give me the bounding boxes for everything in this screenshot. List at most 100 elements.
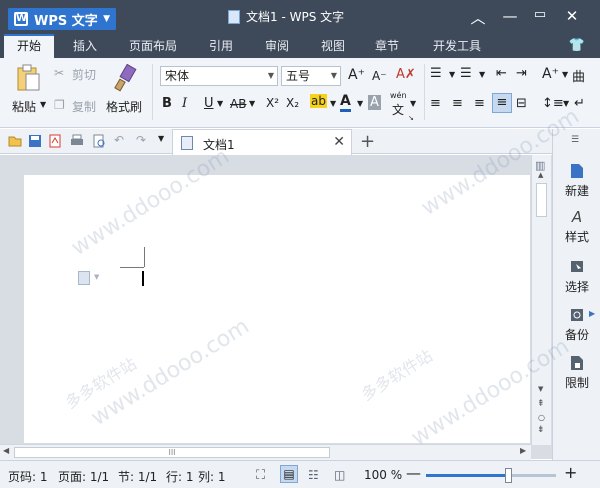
scroll-left-icon[interactable]: ◀	[3, 446, 9, 455]
chevron-down-icon[interactable]: ▼	[479, 70, 485, 79]
tab-section[interactable]: 章节	[364, 34, 410, 58]
align-right-icon[interactable]: ≡	[474, 96, 485, 111]
page-view-icon[interactable]: ▤	[280, 465, 298, 483]
justify-icon[interactable]: ≡	[492, 93, 512, 113]
increase-indent-icon[interactable]: ⇥	[516, 66, 527, 81]
font-dialog-launcher-icon[interactable]: ↘	[408, 114, 414, 122]
clear-format-icon[interactable]: A✗	[396, 67, 416, 82]
character-shading-icon[interactable]: A	[368, 95, 381, 110]
pinyin-guide-button[interactable]: wén 文	[390, 91, 410, 117]
chinese-layout-icon[interactable]: 曲	[572, 66, 585, 85]
subscript-button[interactable]: X₂	[286, 96, 299, 110]
superscript-button[interactable]: X²	[266, 96, 279, 110]
chevron-down-icon[interactable]: ▼	[249, 99, 255, 108]
vertical-scroll-thumb[interactable]	[536, 183, 547, 217]
line-spacing-icon[interactable]: ↕≡	[542, 96, 564, 111]
collapse-ribbon-icon[interactable]: ︿	[466, 7, 490, 28]
save-icon[interactable]	[28, 134, 42, 148]
tab-view[interactable]: 视图	[310, 34, 356, 58]
chevron-down-icon[interactable]: ▼	[563, 99, 569, 108]
format-painter-button[interactable]: 格式刷	[106, 64, 146, 116]
shrink-font-button[interactable]: A⁻	[372, 69, 387, 83]
scroll-down-icon[interactable]: ▼	[538, 385, 543, 393]
task-pane: ☰ 新建 A 样式 选择 备份 限制 ▶	[552, 129, 600, 460]
font-name-select[interactable]: 宋体 ▼	[160, 66, 278, 86]
tab-home[interactable]: 开始	[4, 34, 54, 58]
grow-font-button[interactable]: A⁺	[348, 67, 365, 83]
outline-view-icon[interactable]: ☷	[308, 468, 319, 482]
paragraph-layout-icon[interactable]	[78, 271, 90, 285]
clipboard-icon	[17, 64, 40, 91]
new-tab-button[interactable]: +	[360, 131, 375, 152]
minimize-button[interactable]: —	[498, 7, 522, 25]
tab-page-layout[interactable]: 页面布局	[118, 34, 188, 58]
cut-button[interactable]: ✂ 剪切	[54, 64, 102, 84]
customize-toolbar-icon[interactable]: ▼	[158, 134, 172, 148]
next-page-icon[interactable]: ⇟	[537, 425, 545, 435]
full-screen-icon[interactable]: ⛶	[256, 468, 265, 483]
zoom-slider-handle[interactable]	[505, 468, 512, 483]
copy-button[interactable]: ❐ 复制	[54, 96, 102, 116]
status-page-code[interactable]: 页码: 1	[8, 468, 48, 485]
tab-developer[interactable]: 开发工具	[424, 34, 490, 58]
sidebar-item-new[interactable]: 新建	[553, 163, 600, 199]
underline-button[interactable]: U	[204, 96, 214, 111]
window-title-text: 文档1 - WPS 文字	[246, 10, 345, 24]
vertical-scrollbar[interactable]: ▥ ▲ ▼ ⇞ ○ ⇟	[531, 155, 551, 445]
zoom-out-button[interactable]: —	[406, 464, 421, 482]
document-tab[interactable]: 文档1 ✕	[172, 129, 352, 155]
zoom-slider[interactable]	[426, 468, 556, 483]
chevron-down-icon[interactable]: ▼	[217, 99, 223, 108]
italic-button[interactable]: I	[182, 96, 187, 111]
tab-references[interactable]: 引用	[198, 34, 244, 58]
scroll-right-icon[interactable]: ▶	[520, 446, 526, 455]
web-view-icon[interactable]: ◫	[334, 468, 345, 482]
close-button[interactable]: ✕	[560, 7, 584, 25]
print-icon[interactable]	[70, 134, 84, 148]
skin-icon[interactable]: 👕	[566, 34, 588, 58]
chevron-down-icon[interactable]: ▼	[357, 99, 363, 108]
highlight-icon[interactable]: ab	[310, 94, 327, 108]
paragraph-marks-icon[interactable]: ↵	[574, 96, 585, 111]
redo-icon[interactable]: ↷	[136, 133, 150, 147]
chevron-down-icon[interactable]: ▼	[562, 70, 568, 79]
align-center-icon[interactable]: ≡	[452, 96, 463, 111]
app-menu-button[interactable]: W WPS 文字 ▼	[8, 8, 116, 30]
chevron-down-icon[interactable]: ▼	[449, 70, 455, 79]
change-case-icon[interactable]: A⁺	[542, 66, 559, 82]
document-page[interactable]: ▼	[24, 175, 530, 443]
chevron-down-icon[interactable]: ▼	[94, 273, 99, 281]
browse-object-icon[interactable]: ○	[538, 413, 545, 422]
horizontal-scroll-thumb[interactable]: III	[14, 447, 330, 458]
zoom-level[interactable]: 100 %	[364, 468, 402, 482]
chevron-down-icon[interactable]: ▼	[330, 99, 336, 108]
paste-button[interactable]: 粘贴 ▼	[10, 64, 46, 116]
distributed-align-icon[interactable]: ⊟	[516, 96, 527, 111]
align-left-icon[interactable]: ≡	[430, 96, 441, 111]
close-tab-icon[interactable]: ✕	[333, 134, 345, 150]
sidebar-item-select[interactable]: 选择	[553, 259, 600, 295]
numbered-list-icon[interactable]: ☰	[460, 66, 472, 81]
bullet-list-icon[interactable]: ☰	[430, 66, 442, 81]
decrease-indent-icon[interactable]: ⇤	[496, 66, 507, 81]
sidebar-item-restrict[interactable]: 限制	[553, 355, 600, 391]
expand-pane-icon[interactable]: ▶	[589, 309, 595, 318]
pane-menu-icon[interactable]: ☰	[571, 135, 579, 145]
tab-review[interactable]: 审阅	[254, 34, 300, 58]
previous-page-icon[interactable]: ⇞	[537, 399, 545, 409]
bold-button[interactable]: B	[162, 96, 172, 111]
tab-insert[interactable]: 插入	[62, 34, 108, 58]
horizontal-scrollbar[interactable]: ◀ III ▶	[0, 444, 531, 460]
chevron-down-icon[interactable]: ▼	[410, 99, 416, 108]
open-folder-icon[interactable]	[8, 134, 22, 148]
scroll-up-icon[interactable]: ▲	[538, 171, 543, 179]
strikethrough-button[interactable]: AB	[230, 97, 246, 111]
undo-icon[interactable]: ↶	[114, 133, 128, 147]
maximize-button[interactable]: ▭	[528, 7, 552, 22]
print-preview-icon[interactable]	[92, 134, 106, 148]
font-size-select[interactable]: 五号 ▼	[281, 66, 341, 86]
zoom-in-button[interactable]: +	[564, 463, 577, 482]
export-pdf-icon[interactable]	[48, 134, 62, 148]
sidebar-item-styles[interactable]: A 样式	[553, 209, 600, 245]
font-color-icon[interactable]: A	[340, 93, 351, 112]
